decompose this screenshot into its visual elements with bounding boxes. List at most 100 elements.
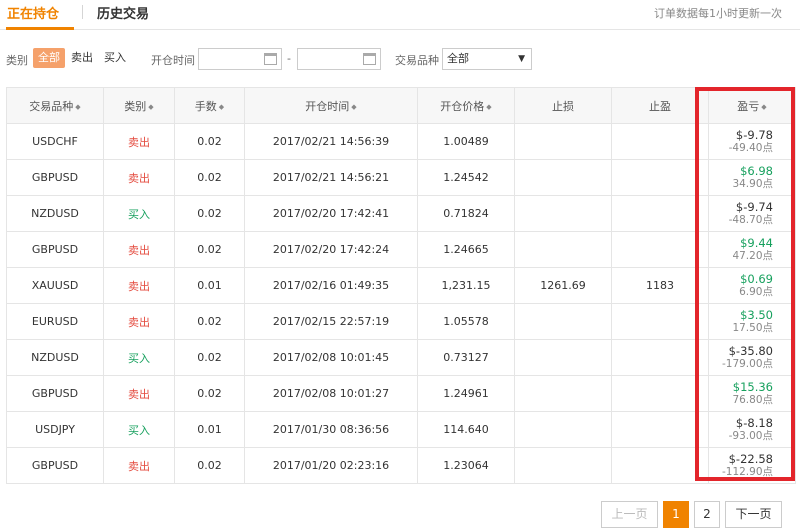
cell-take-profit	[611, 123, 709, 160]
column-header-open-price[interactable]: 开仓价格 ◆	[417, 87, 515, 124]
cell-open-time: 2017/02/21 14:56:39	[244, 123, 418, 160]
cell-stop-loss	[514, 195, 612, 232]
cell-symbol: NZDUSD	[6, 195, 104, 232]
column-header-stop-loss: 止损	[514, 87, 612, 124]
cell-type: 卖出	[103, 447, 175, 484]
pnl-points: -49.40点	[728, 141, 773, 154]
pnl-amount: $6.98	[740, 163, 773, 178]
table-row: NZDUSD 买入 0.02 2017/02/08 10:01:45 0.73127 $-…	[6, 339, 796, 376]
cell-take-profit	[611, 447, 709, 484]
pnl-points: -93.00点	[728, 429, 773, 442]
cell-profit-loss: $-22.58 -112.90点	[708, 447, 796, 484]
cell-type: 卖出	[103, 375, 175, 412]
cell-profit-loss: $15.36 76.80点	[708, 375, 796, 412]
cell-lots: 0.02	[174, 303, 245, 340]
calendar-icon[interactable]	[363, 53, 376, 65]
cell-open-price: 1.00489	[417, 123, 515, 160]
cell-take-profit	[611, 411, 709, 448]
pnl-points: 47.20点	[732, 249, 773, 262]
cell-stop-loss: 1261.69	[514, 267, 612, 304]
prev-page-button[interactable]: 上一页	[601, 501, 658, 528]
cell-type: 买入	[103, 411, 175, 448]
cell-open-price: 1.24665	[417, 231, 515, 268]
table-row: GBPUSD 卖出 0.02 2017/02/20 17:42:24 1.24665 $9…	[6, 231, 796, 268]
table-row: NZDUSD 买入 0.02 2017/02/20 17:42:41 0.71824 $-…	[6, 195, 796, 232]
column-header-lots[interactable]: 手数 ◆	[174, 87, 245, 124]
sort-icon[interactable]: ◆	[351, 103, 356, 111]
type-filter-label: 类别	[6, 54, 28, 67]
cell-symbol: NZDUSD	[6, 339, 104, 376]
cell-profit-loss: $-8.18 -93.00点	[708, 411, 796, 448]
tab-current-positions[interactable]: 正在持仓	[7, 3, 59, 22]
open-time-label: 开仓时间	[151, 54, 195, 67]
cell-open-price: 1.24961	[417, 375, 515, 412]
pnl-amount: $9.44	[740, 235, 773, 250]
column-header-take-profit: 止盈	[611, 87, 709, 124]
pnl-amount: $3.50	[740, 307, 773, 322]
table-row: USDCHF 卖出 0.02 2017/02/21 14:56:39 1.00489 $-…	[6, 123, 796, 160]
update-notice: 订单数据每1小时更新一次	[654, 7, 782, 20]
cell-take-profit	[611, 303, 709, 340]
cell-stop-loss	[514, 375, 612, 412]
date-range-separator: -	[287, 52, 291, 65]
type-filter-sell[interactable]: 卖出	[66, 48, 98, 68]
page-2-button[interactable]: 2	[694, 501, 720, 528]
cell-stop-loss	[514, 339, 612, 376]
type-filter-group: 全部 卖出 买入	[33, 48, 132, 70]
sort-icon[interactable]: ◆	[486, 103, 491, 111]
sort-icon[interactable]: ◆	[219, 103, 224, 111]
cell-symbol: GBPUSD	[6, 231, 104, 268]
table-header-row: 交易品种 ◆ 类别 ◆ 手数 ◆ 开仓时间 ◆ 开仓价格 ◆ 止损 止盈 盈亏 ◆	[6, 87, 796, 124]
cell-type: 买入	[103, 195, 175, 232]
sort-icon[interactable]: ◆	[75, 103, 80, 111]
type-filter-buy[interactable]: 买入	[99, 48, 131, 68]
cell-stop-loss	[514, 303, 612, 340]
column-header-type[interactable]: 类别 ◆	[103, 87, 175, 124]
type-filter-all[interactable]: 全部	[33, 48, 65, 68]
cell-stop-loss	[514, 231, 612, 268]
cell-lots: 0.02	[174, 231, 245, 268]
cell-lots: 0.01	[174, 411, 245, 448]
cell-symbol: USDJPY	[6, 411, 104, 448]
sort-icon[interactable]: ◆	[148, 103, 153, 111]
cell-take-profit	[611, 159, 709, 196]
next-page-button[interactable]: 下一页	[725, 501, 782, 528]
cell-lots: 0.02	[174, 195, 245, 232]
end-date-input[interactable]	[297, 48, 381, 70]
pnl-points: 76.80点	[732, 393, 773, 406]
cell-take-profit	[611, 339, 709, 376]
cell-lots: 0.01	[174, 267, 245, 304]
page-1-button[interactable]: 1	[663, 501, 689, 528]
cell-open-time: 2017/02/20 17:42:41	[244, 195, 418, 232]
tab-divider	[82, 5, 83, 19]
cell-type: 卖出	[103, 123, 175, 160]
column-header-open-time[interactable]: 开仓时间 ◆	[244, 87, 418, 124]
pnl-points: 6.90点	[739, 285, 773, 298]
column-header-symbol[interactable]: 交易品种 ◆	[6, 87, 104, 124]
column-header-profit-loss[interactable]: 盈亏 ◆	[708, 87, 796, 124]
cell-profit-loss: $-9.74 -48.70点	[708, 195, 796, 232]
cell-type: 卖出	[103, 267, 175, 304]
cell-open-time: 2017/02/20 17:42:24	[244, 231, 418, 268]
cell-type: 买入	[103, 339, 175, 376]
start-date-input[interactable]	[198, 48, 282, 70]
cell-stop-loss	[514, 159, 612, 196]
pnl-points: 17.50点	[732, 321, 773, 334]
pnl-points: -179.00点	[721, 357, 773, 370]
tab-bar: 正在持仓 历史交易 订单数据每1小时更新一次	[0, 0, 800, 30]
cell-profit-loss: $-35.80 -179.00点	[708, 339, 796, 376]
cell-lots: 0.02	[174, 123, 245, 160]
tab-trade-history[interactable]: 历史交易	[97, 3, 149, 22]
cell-open-price: 0.73127	[417, 339, 515, 376]
cell-profit-loss: $6.98 34.90点	[708, 159, 796, 196]
cell-symbol: GBPUSD	[6, 159, 104, 196]
calendar-icon[interactable]	[264, 53, 277, 65]
sort-icon[interactable]: ◆	[761, 103, 766, 111]
symbol-select[interactable]: 全部 ▼	[442, 48, 532, 70]
cell-open-time: 2017/02/08 10:01:27	[244, 375, 418, 412]
cell-open-time: 2017/01/20 02:23:16	[244, 447, 418, 484]
cell-open-price: 1.05578	[417, 303, 515, 340]
cell-open-price: 114.640	[417, 411, 515, 448]
cell-take-profit: 1183	[611, 267, 709, 304]
pnl-amount: $-22.58	[728, 451, 773, 466]
